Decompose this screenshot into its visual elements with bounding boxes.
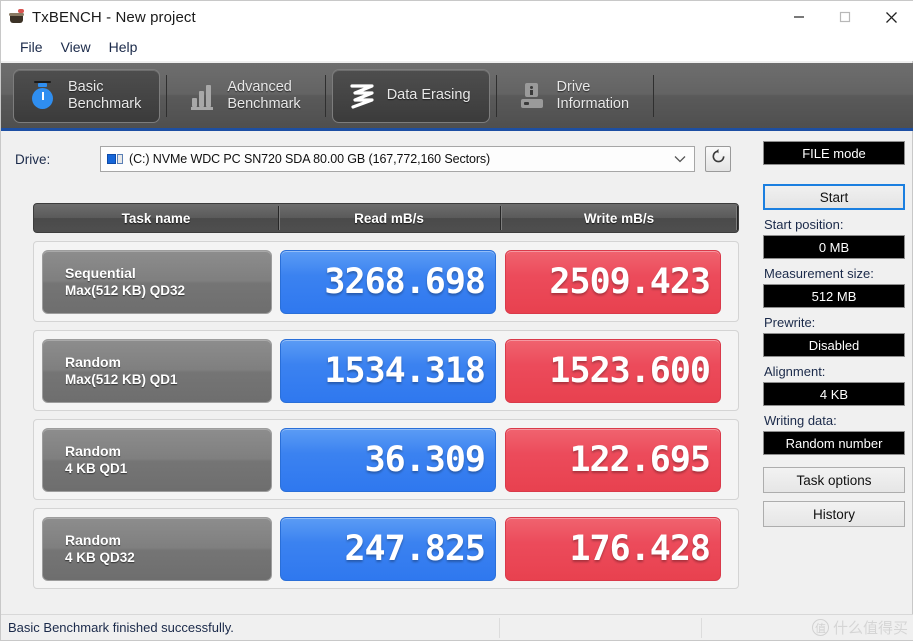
task-name-line2: 4 KB QD32 xyxy=(65,549,135,565)
window-title: TxBENCH - New project xyxy=(32,8,196,26)
menu-item-help[interactable]: Help xyxy=(100,36,147,58)
read-value: 247.825 xyxy=(280,516,496,581)
read-value: 3268.698 xyxy=(280,249,496,314)
stopwatch-icon xyxy=(28,80,58,112)
txbench-window: TxBENCH - New project File View Help Bas… xyxy=(0,0,913,641)
start-position-label: Start position: xyxy=(764,217,844,232)
window-controls xyxy=(776,1,913,33)
close-button[interactable] xyxy=(868,1,913,33)
menu-item-file[interactable]: File xyxy=(11,36,52,58)
tab-data-erasing-label: Data Erasing xyxy=(386,87,471,103)
chevron-down-icon xyxy=(674,150,686,168)
task-name-cell[interactable]: Sequential Max(512 KB) QD32 xyxy=(42,249,272,314)
table-row: Sequential Max(512 KB) QD32 3268.698 250… xyxy=(33,241,739,322)
prewrite-label: Prewrite: xyxy=(764,315,816,330)
menu-bar: File View Help xyxy=(1,33,913,61)
drive-icon xyxy=(517,80,547,112)
task-name-line1: Random xyxy=(65,531,121,548)
measurement-size-value[interactable]: 512 MB xyxy=(763,284,905,308)
task-name-cell[interactable]: Random Max(512 KB) QD1 xyxy=(42,338,272,403)
tab-advanced-line1: Advanced xyxy=(227,78,292,95)
task-name-line2: Max(512 KB) QD32 xyxy=(65,282,186,298)
tab-data-erasing[interactable]: Data Erasing xyxy=(331,68,490,123)
status-divider-1 xyxy=(499,618,500,638)
tab-basic-benchmark[interactable]: Basic Benchmark xyxy=(13,68,161,123)
control-sidebar: FILE mode Start Start position: 0 MB Mea… xyxy=(763,141,905,527)
measurement-size-label: Measurement size: xyxy=(764,266,874,281)
status-divider-2 xyxy=(701,618,702,638)
watermark-logo-icon: 值 xyxy=(811,619,829,636)
tab-basic-benchmark-label: Basic Benchmark xyxy=(68,79,141,113)
task-name-line1: Random xyxy=(65,353,121,370)
file-mode-button[interactable]: FILE mode xyxy=(763,141,905,165)
table-row: Random 4 KB QD1 36.309 122.695 xyxy=(33,419,739,500)
status-message: Basic Benchmark finished successfully. xyxy=(8,620,234,635)
start-button[interactable]: Start xyxy=(763,184,905,210)
column-header-task-name: Task name xyxy=(121,210,191,226)
write-value: 122.695 xyxy=(505,427,721,492)
drive-label: Drive: xyxy=(15,151,51,167)
column-header-read: Read mB/s xyxy=(278,204,500,232)
tab-divider-4 xyxy=(653,74,655,117)
refresh-button[interactable] xyxy=(705,146,731,172)
drive-select[interactable]: (C:) NVMe WDC PC SN720 SDA 80.00 GB (167… xyxy=(100,146,695,172)
writing-data-value[interactable]: Random number xyxy=(763,431,905,455)
task-name-cell[interactable]: Random 4 KB QD1 xyxy=(42,427,272,492)
writing-data-label: Writing data: xyxy=(764,413,837,428)
watermark: 值 什么值得买 xyxy=(811,617,908,638)
app-icon xyxy=(9,9,25,25)
tab-drive-line1: Drive xyxy=(556,78,591,95)
start-position-value[interactable]: 0 MB xyxy=(763,235,905,259)
table-row: Random 4 KB QD32 247.825 176.428 xyxy=(33,508,739,589)
task-options-button[interactable]: Task options xyxy=(763,467,905,493)
status-bar: Basic Benchmark finished successfully. 值… xyxy=(1,614,913,640)
task-name-line1: Sequential xyxy=(65,264,136,281)
task-name-cell[interactable]: Random 4 KB QD32 xyxy=(42,516,272,581)
results-table: Task name Read mB/s Write mB/s Sequentia… xyxy=(33,203,739,589)
write-value: 176.428 xyxy=(505,516,721,581)
tab-divider-2 xyxy=(324,74,326,117)
task-name-line2: 4 KB QD1 xyxy=(65,460,128,476)
drive-volume-icon xyxy=(107,153,123,166)
zigzag-icon xyxy=(347,80,377,112)
read-value: 1534.318 xyxy=(280,338,496,403)
tab-drive-line2: Information xyxy=(556,95,630,112)
write-value: 1523.600 xyxy=(505,338,721,403)
drive-select-value: (C:) NVMe WDC PC SN720 SDA 80.00 GB (167… xyxy=(129,152,491,166)
tab-advanced-benchmark[interactable]: Advanced Benchmark xyxy=(173,69,318,123)
alignment-label: Alignment: xyxy=(764,364,826,379)
history-button[interactable]: History xyxy=(763,501,905,527)
tab-divider-3 xyxy=(495,74,497,117)
tab-drive-information-label: Drive Information xyxy=(557,79,630,113)
tab-basic-line1: Basic xyxy=(68,78,104,95)
results-header-row: Task name Read mB/s Write mB/s xyxy=(33,203,739,233)
maximize-button[interactable] xyxy=(822,1,868,33)
title-bar: TxBENCH - New project xyxy=(1,1,913,33)
refresh-icon xyxy=(710,148,727,170)
tab-advanced-line2: Benchmark xyxy=(227,95,301,112)
tab-drive-information[interactable]: Drive Information xyxy=(503,69,648,123)
task-name-line2: Max(512 KB) QD1 xyxy=(65,371,178,387)
watermark-text: 什么值得买 xyxy=(832,619,908,637)
alignment-value[interactable]: 4 KB xyxy=(763,382,905,406)
read-value: 36.309 xyxy=(280,427,496,492)
column-header-write: Write mB/s xyxy=(500,204,738,232)
tab-strip: Basic Benchmark Advanced Benchmark Data Er… xyxy=(1,63,913,131)
bar-chart-icon xyxy=(187,80,217,112)
tab-divider-1 xyxy=(166,74,168,117)
table-row: Random Max(512 KB) QD1 1534.318 1523.600 xyxy=(33,330,739,411)
write-value: 2509.423 xyxy=(505,249,721,314)
minimize-button[interactable] xyxy=(776,1,822,33)
menu-item-view[interactable]: View xyxy=(52,36,100,58)
tab-advanced-benchmark-label: Advanced Benchmark xyxy=(227,79,300,113)
prewrite-value[interactable]: Disabled xyxy=(763,333,905,357)
task-name-line1: Random xyxy=(65,442,121,459)
tab-basic-line2: Benchmark xyxy=(68,95,142,112)
drive-selector-row: Drive: (C:) NVMe WDC PC SN720 SDA 80.00 … xyxy=(1,134,751,184)
